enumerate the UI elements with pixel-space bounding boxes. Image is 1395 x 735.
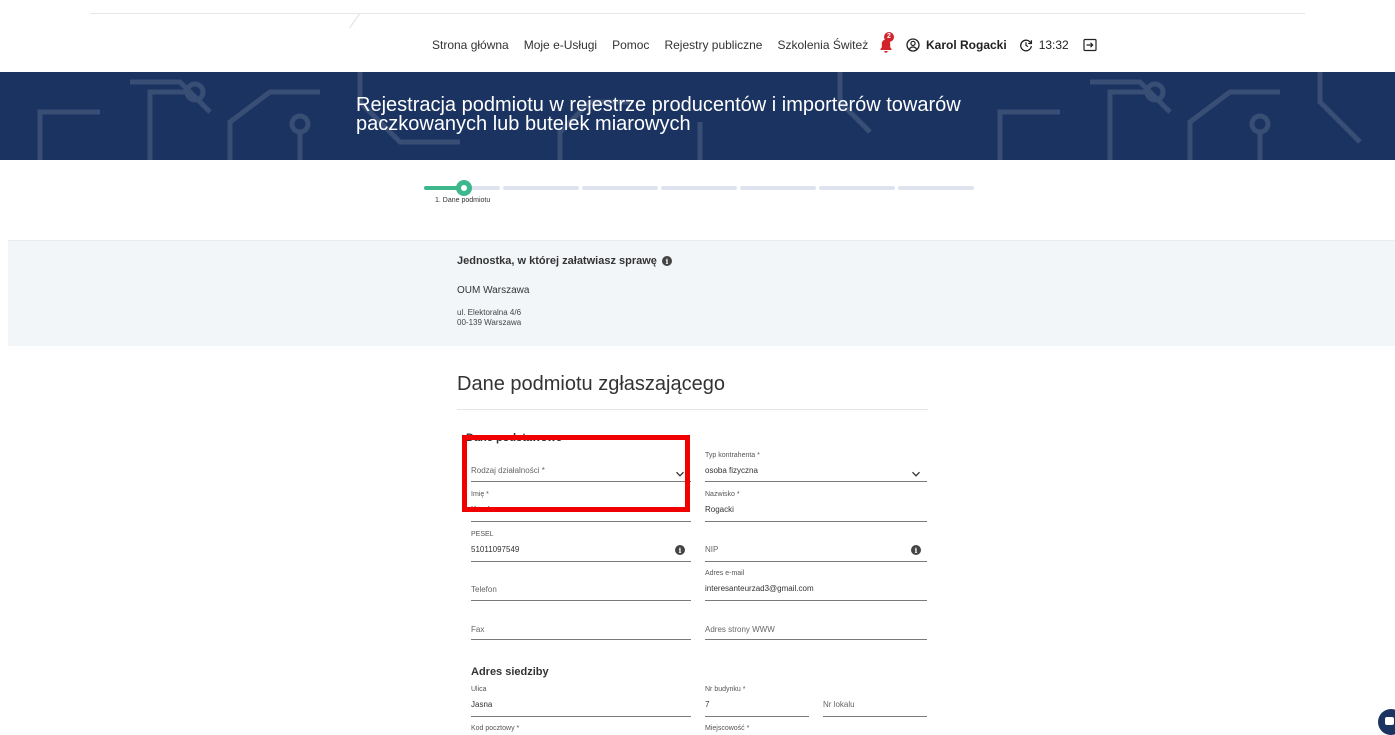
main-nav: Strona główna Moje e-Usługi Pomoc Rejest…: [432, 38, 868, 52]
unit-title-text: Jednostka, w której załatwiasz sprawę: [457, 255, 657, 267]
phone-label: Telefon: [471, 585, 497, 594]
website-field[interactable]: Adres strony WWW: [705, 604, 927, 640]
progress-stepper: 1. Dane podmiotu: [424, 180, 976, 210]
chevron-down-icon: [675, 466, 685, 477]
unit-panel: Jednostka, w której załatwiasz sprawę i …: [8, 240, 1395, 346]
unit-address: ul. Elektoralna 4/6 00-139 Warszawa: [457, 308, 521, 328]
top-bar: Strona główna Moje e-Usługi Pomoc Rejest…: [0, 0, 1395, 72]
step-segment: [819, 186, 895, 190]
info-icon[interactable]: i: [675, 545, 685, 555]
nav-help[interactable]: Pomoc: [612, 38, 649, 52]
first-name-value: Karol: [471, 505, 490, 514]
building-number-field[interactable]: Nr budynku * 7: [705, 682, 809, 717]
website-label: Adres strony WWW: [705, 625, 775, 634]
contractor-type-select[interactable]: Typ kontrahenta * osoba fizyczna: [705, 445, 927, 482]
email-label: Adres e-mail: [705, 570, 745, 577]
nip-field[interactable]: NIP i: [705, 526, 927, 562]
step-segment: [740, 186, 816, 190]
section-title: Dane podmiotu zgłaszającego: [457, 373, 725, 395]
current-step-marker: [456, 180, 472, 196]
apartment-number-field[interactable]: Nr lokalu: [823, 682, 927, 717]
email-value: interesanteurzad3@gmail.com: [705, 584, 814, 593]
street-field[interactable]: Ulica Jasna: [471, 682, 691, 717]
timer-icon: [1019, 38, 1033, 52]
info-icon[interactable]: i: [661, 256, 672, 266]
notifications-badge: 2: [884, 32, 894, 42]
unit-address-line2: 00-139 Warszawa: [457, 318, 522, 327]
page-title: Rejestracja podmiotu w rejestrze produce…: [356, 94, 961, 135]
user-name[interactable]: Karol Rogacki: [926, 38, 1007, 52]
step-segment: [503, 186, 579, 190]
email-field[interactable]: Adres e-mail interesanteurzad3@gmail.com: [705, 565, 927, 601]
pesel-value: 51011097549: [471, 545, 520, 554]
session-timer: 13:32: [1038, 38, 1069, 52]
apartment-number-label: Nr lokalu: [823, 700, 855, 709]
nip-label: NIP: [705, 545, 719, 554]
first-name-field[interactable]: Imię * Karol: [471, 486, 691, 522]
step-segment: [661, 186, 737, 190]
chat-widget-button[interactable]: [1378, 709, 1395, 735]
logout-button[interactable]: [1083, 38, 1097, 52]
stepper-track: [424, 186, 974, 190]
section-divider: [457, 409, 928, 410]
nav-home[interactable]: Strona główna: [432, 38, 509, 52]
fax-label: Fax: [471, 625, 485, 634]
last-name-value: Rogacki: [705, 505, 734, 514]
building-number-value: 7: [705, 700, 710, 709]
building-number-label: Nr budynku *: [705, 686, 746, 693]
info-icon[interactable]: i: [911, 545, 921, 555]
contractor-type-value: osoba fizyczna: [705, 466, 758, 475]
nav-trainings[interactable]: Szkolenia Świteż: [777, 38, 868, 52]
street-label: Ulica: [471, 686, 487, 693]
user-bar: 2 Karol Rogacki 13:32: [878, 32, 1097, 54]
contractor-type-label: Typ kontrahenta *: [705, 452, 760, 459]
address-title: Adres siedziby: [471, 666, 549, 678]
postal-code-label: Kod pocztowy *: [471, 725, 520, 732]
postal-code-field[interactable]: Kod pocztowy *: [471, 722, 691, 735]
logo-fragment: [349, 14, 373, 28]
activity-type-label: Rodzaj działalności *: [471, 466, 545, 475]
street-value: Jasna: [471, 700, 493, 709]
activity-type-select[interactable]: Rodzaj działalności *: [471, 445, 691, 482]
chevron-down-icon: [911, 466, 921, 477]
step-segment: [898, 186, 974, 190]
user-circle-icon: [906, 38, 920, 52]
last-name-label: Nazwisko *: [705, 491, 740, 498]
pesel-label: PESEL: [471, 531, 494, 538]
city-label: Miejscowość *: [705, 725, 750, 732]
fax-field[interactable]: Fax: [471, 604, 691, 640]
city-field[interactable]: Miejscowość *: [705, 722, 927, 735]
phone-field[interactable]: Telefon: [471, 565, 691, 601]
nav-public-registers[interactable]: Rejestry publiczne: [664, 38, 762, 52]
logout-icon: [1083, 38, 1097, 52]
notifications-button[interactable]: 2: [878, 32, 896, 54]
unit-address-line1: ul. Elektoralna 4/6: [457, 308, 522, 317]
first-name-label: Imię *: [471, 491, 489, 498]
page-header-banner: Rejestracja podmiotu w rejestrze produce…: [0, 72, 1395, 160]
nav-my-eservices[interactable]: Moje e-Usługi: [524, 38, 597, 52]
last-name-field[interactable]: Nazwisko * Rogacki: [705, 486, 927, 522]
current-step-label: 1. Dane podmiotu: [435, 197, 491, 204]
browser-edge: [90, 0, 1305, 14]
step-segment: [582, 186, 658, 190]
unit-name: OUM Warszawa: [457, 285, 530, 296]
pesel-field[interactable]: PESEL 51011097549 i: [471, 526, 691, 562]
basic-data-title: Dane podstawowe: [466, 432, 562, 444]
unit-title: Jednostka, w której załatwiasz sprawę i: [457, 255, 672, 267]
